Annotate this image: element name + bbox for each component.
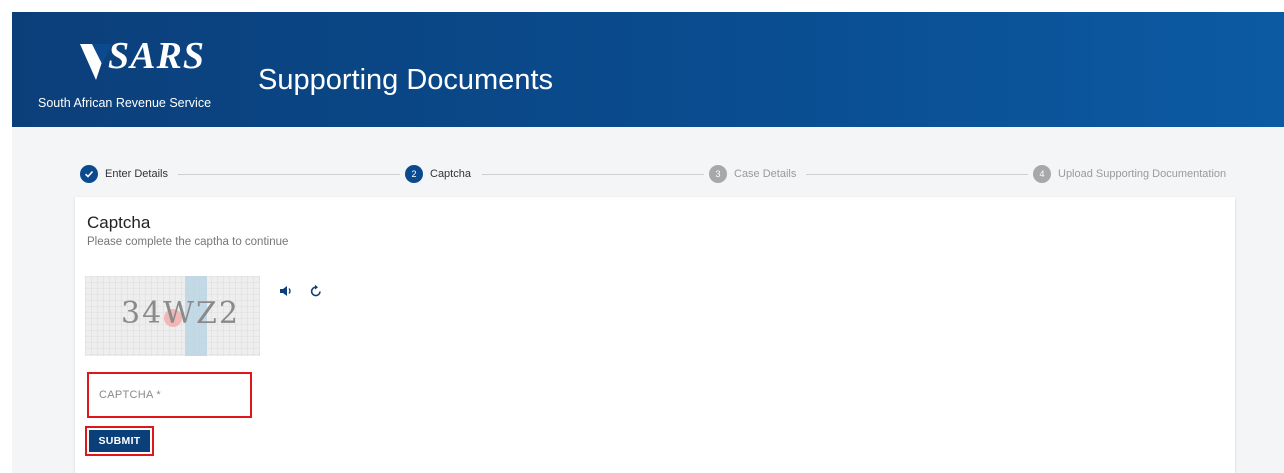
logo-text: SARS [108, 35, 205, 77]
step-label: Captcha [430, 168, 471, 180]
step-number-badge: 2 [405, 165, 423, 183]
refresh-icon[interactable] [308, 283, 324, 299]
step-number-badge: 3 [709, 165, 727, 183]
progress-stepper: Enter Details 2 Captcha 3 Case Details 4… [80, 164, 1230, 184]
sars-logo[interactable]: SARS South African Revenue Service [38, 34, 228, 118]
captcha-input[interactable] [89, 374, 250, 416]
card-subtitle: Please complete the captha to continue [87, 236, 289, 248]
submit-highlight: SUBMIT [85, 426, 154, 456]
step-upload-documentation[interactable]: 4 Upload Supporting Documentation [1033, 164, 1226, 184]
captcha-controls [278, 283, 324, 299]
step-number-badge: 4 [1033, 165, 1051, 183]
step-connector [482, 174, 704, 175]
step-label: Case Details [734, 168, 797, 180]
step-connector [178, 174, 400, 175]
step-captcha[interactable]: 2 Captcha [405, 164, 471, 184]
captcha-image: 34WZ2 [85, 276, 260, 356]
app-header: SARS South African Revenue Service Suppo… [12, 12, 1284, 127]
step-connector [806, 174, 1028, 175]
captcha-card: Captcha Please complete the captha to co… [75, 197, 1235, 473]
step-label: Upload Supporting Documentation [1058, 168, 1227, 180]
check-icon [80, 165, 98, 183]
page-title: Supporting Documents [258, 64, 553, 96]
captcha-image-text: 34WZ2 [121, 296, 240, 331]
step-enter-details[interactable]: Enter Details [80, 164, 168, 184]
step-label: Enter Details [105, 168, 168, 180]
step-case-details[interactable]: 3 Case Details [709, 164, 796, 184]
card-title: Captcha [87, 213, 151, 232]
captcha-field[interactable] [87, 372, 252, 418]
logo-subtitle: South African Revenue Service [38, 96, 212, 110]
speaker-icon[interactable] [278, 283, 294, 299]
submit-button[interactable]: SUBMIT [89, 430, 150, 452]
